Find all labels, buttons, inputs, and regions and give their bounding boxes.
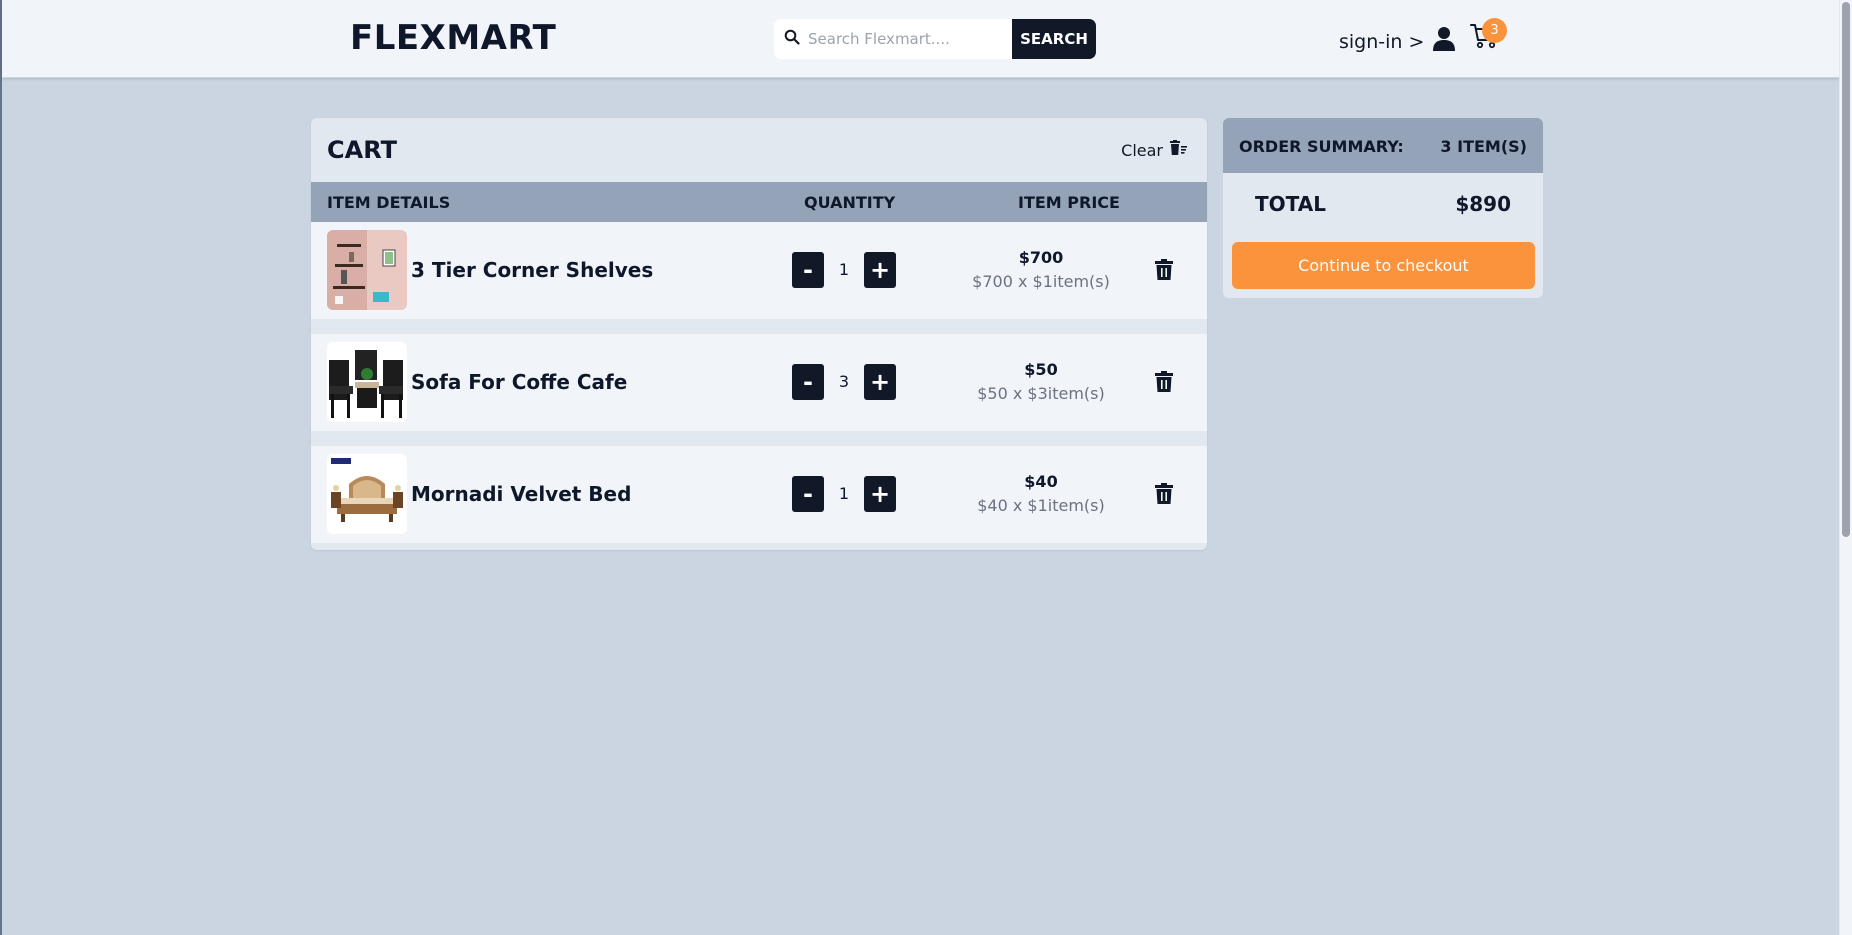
column-quantity: QUANTITY [804, 193, 896, 212]
sign-in-label: sign-in > [1339, 30, 1425, 53]
cart-item-row: Sofa For Coffe Cafe - 3 + $50 $50 x $3it… [311, 334, 1207, 431]
clear-trash-icon [1169, 140, 1187, 160]
increase-quantity-button[interactable]: + [864, 364, 896, 400]
quantity-value: 1 [838, 484, 850, 503]
product-thumbnail-bed[interactable] [327, 454, 407, 534]
order-summary-panel: ORDER SUMMARY: 3 ITEM(S) TOTAL $890 Cont… [1223, 118, 1543, 298]
window-edge [0, 0, 2, 935]
sign-in-link[interactable]: sign-in > [1339, 26, 1456, 57]
search-button[interactable]: SEARCH [1012, 19, 1096, 59]
total-label: TOTAL [1255, 192, 1326, 216]
item-price: $700 [1018, 248, 1064, 267]
column-item-details: ITEM DETAILS [327, 193, 451, 212]
quantity-value: 3 [838, 372, 850, 391]
search-icon [784, 29, 800, 49]
cart-panel: CART Clear ITEM DETAILS QUANTITY ITEM PR… [311, 118, 1207, 550]
user-icon [1424, 26, 1456, 57]
search-bar: SEARCH [774, 19, 1096, 59]
clear-cart-button[interactable]: Clear [1121, 140, 1187, 160]
site-logo[interactable]: FLEXMART [350, 18, 556, 58]
item-price-detail: $700 x $1item(s) [972, 272, 1110, 291]
total-value: $890 [1455, 192, 1511, 216]
cart-item-row: Mornadi Velvet Bed - 1 + $40 $40 x $1ite… [311, 446, 1207, 543]
page-scrollbar[interactable] [1839, 0, 1852, 935]
order-summary-label: ORDER SUMMARY: [1239, 137, 1404, 156]
cart-title: CART [327, 136, 397, 164]
remove-item-trash-icon[interactable] [1153, 259, 1175, 281]
cart-count-badge: 3 [1482, 18, 1507, 43]
search-field-container [774, 19, 1012, 59]
remove-item-trash-icon[interactable] [1153, 371, 1175, 393]
increase-quantity-button[interactable]: + [864, 476, 896, 512]
item-price-detail: $40 x $1item(s) [977, 496, 1105, 515]
decrease-quantity-button[interactable]: - [792, 364, 824, 400]
decrease-quantity-button[interactable]: - [792, 476, 824, 512]
item-price-detail: $50 x $3item(s) [977, 384, 1105, 403]
order-summary-header: ORDER SUMMARY: 3 ITEM(S) [1223, 118, 1543, 173]
decrease-quantity-button[interactable]: - [792, 252, 824, 288]
remove-item-trash-icon[interactable] [1153, 483, 1175, 505]
top-navbar: FLEXMART SEARCH sign-in > 3 [2, 0, 1848, 78]
product-thumbnail-sofa[interactable] [327, 342, 407, 422]
increase-quantity-button[interactable]: + [864, 252, 896, 288]
scrollbar-thumb[interactable] [1842, 2, 1850, 537]
search-input[interactable] [808, 30, 1008, 48]
item-name: Sofa For Coffe Cafe [411, 370, 628, 394]
checkout-button[interactable]: Continue to checkout [1232, 242, 1535, 289]
clear-label: Clear [1121, 140, 1163, 160]
cart-table-header: ITEM DETAILS QUANTITY ITEM PRICE [311, 182, 1207, 222]
item-name: 3 Tier Corner Shelves [411, 258, 654, 282]
column-item-price: ITEM PRICE [1018, 193, 1120, 212]
quantity-value: 1 [838, 260, 850, 279]
item-price: $50 [1024, 360, 1058, 379]
item-price: $40 [1024, 472, 1058, 491]
cart-item-row: 3 Tier Corner Shelves - 1 + $700 $700 x … [311, 222, 1207, 319]
order-summary-count: 3 ITEM(S) [1440, 137, 1527, 156]
product-thumbnail-shelves[interactable] [327, 230, 407, 310]
item-name: Mornadi Velvet Bed [411, 482, 632, 506]
